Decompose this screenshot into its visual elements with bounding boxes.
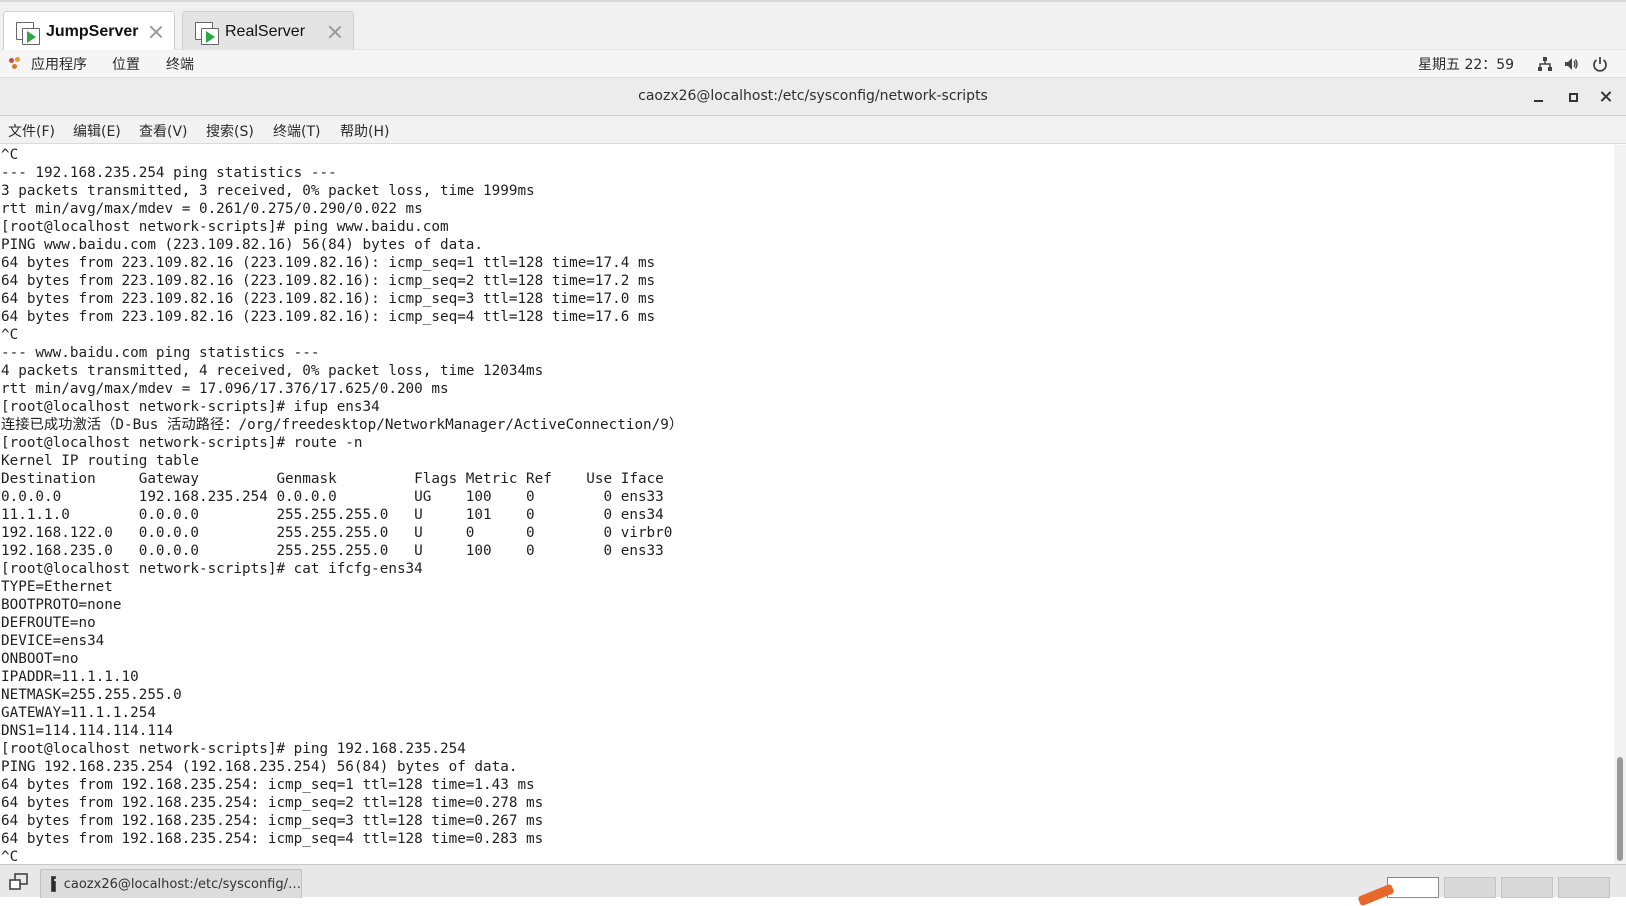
tab-realserver[interactable]: RealServer [182, 11, 354, 52]
session-tab-bar: JumpServer RealServer [0, 0, 1626, 52]
terminal-menu-bar: 文件(F) 编辑(E) 查看(V) 搜索(S) 终端(T) 帮助(H) [0, 116, 1626, 144]
terminal-line: [root@localhost network-scripts]# cat if… [1, 561, 423, 577]
terminal-line: ^C [1, 849, 19, 864]
terminal-app-menu[interactable]: 终端 [166, 54, 194, 74]
terminal-line: [root@localhost network-scripts]# ping 1… [1, 741, 466, 757]
workspace-3[interactable] [1501, 877, 1553, 898]
terminal-line: 64 bytes from 192.168.235.254: icmp_seq=… [1, 831, 544, 847]
workspace-1[interactable] [1387, 877, 1439, 898]
workspace-4[interactable] [1558, 877, 1610, 898]
clock[interactable]: 星期五 22：59 [1418, 54, 1514, 74]
terminal-line: 64 bytes from 223.109.82.16 (223.109.82.… [1, 273, 656, 289]
menu-terminal[interactable]: 终端(T) [273, 121, 320, 141]
terminal-line: 11.1.1.0 0.0.0.0 255.255.255.0 U 101 0 0… [1, 507, 664, 523]
scrollbar-thumb[interactable] [1617, 757, 1623, 861]
terminal-line: [root@localhost network-scripts]# ping w… [1, 219, 449, 235]
close-icon[interactable] [325, 22, 345, 42]
terminal-line: 0.0.0.0 192.168.235.254 0.0.0.0 UG 100 0… [1, 489, 664, 505]
terminal-line: rtt min/avg/max/mdev = 17.096/17.376/17.… [1, 381, 449, 397]
gnome-top-bar: 应用程序 位置 终端 星期五 22：59 [0, 50, 1626, 78]
terminal-line: 64 bytes from 223.109.82.16 (223.109.82.… [1, 255, 656, 271]
terminal-line: TYPE=Ethernet [1, 579, 113, 595]
minimize-button[interactable] [1528, 86, 1550, 108]
speaker-icon[interactable] [1563, 56, 1579, 72]
menu-help[interactable]: 帮助(H) [340, 121, 389, 141]
terminal-line: 64 bytes from 223.109.82.16 (223.109.82.… [1, 309, 656, 325]
gnome-foot-icon [9, 57, 23, 71]
terminal-line: [root@localhost network-scripts]# ifup e… [1, 399, 380, 415]
taskbar-window-terminal[interactable]: caozx26@localhost:/etc/sysconfig/… [40, 869, 302, 898]
close-window-button[interactable] [1595, 86, 1617, 108]
menu-view[interactable]: 查看(V) [139, 121, 188, 141]
maximize-button[interactable] [1562, 86, 1584, 108]
terminal-line: rtt min/avg/max/mdev = 0.261/0.275/0.290… [1, 201, 423, 217]
remote-session-icon [195, 20, 221, 45]
applications-menu[interactable]: 应用程序 [31, 54, 87, 74]
terminal-line: 连接已成功激活（D-Bus 活动路径：/org/freedesktop/Netw… [1, 417, 684, 433]
tab-label: JumpServer [46, 23, 139, 40]
terminal-line: 192.168.122.0 0.0.0.0 255.255.255.0 U 0 … [1, 525, 673, 541]
terminal-line: DNS1=114.114.114.114 [1, 723, 174, 739]
tab-jumpserver[interactable]: JumpServer [3, 11, 175, 52]
terminal-line: NETMASK=255.255.255.0 [1, 687, 182, 703]
show-desktop-icon[interactable] [8, 872, 30, 892]
terminal-line: PING www.baidu.com (223.109.82.16) 56(84… [1, 237, 484, 253]
workspace-2[interactable] [1444, 877, 1496, 898]
terminal-line: [root@localhost network-scripts]# route … [1, 435, 363, 451]
terminal-line: 3 packets transmitted, 3 received, 0% pa… [1, 183, 535, 199]
terminal-output[interactable]: ^C --- 192.168.235.254 ping statistics --… [0, 145, 1614, 864]
terminal-line: 4 packets transmitted, 4 received, 0% pa… [1, 363, 544, 379]
terminal-line: ONBOOT=no [1, 651, 79, 667]
menu-file[interactable]: 文件(F) [8, 121, 55, 141]
places-menu[interactable]: 位置 [112, 54, 140, 74]
terminal-line: 192.168.235.0 0.0.0.0 255.255.255.0 U 10… [1, 543, 664, 559]
close-icon[interactable] [146, 22, 166, 42]
taskbar-window-label: caozx26@localhost:/etc/sysconfig/… [63, 876, 301, 892]
terminal-line: BOOTPROTO=none [1, 597, 122, 613]
terminal-line: --- www.baidu.com ping statistics --- [1, 345, 320, 361]
terminal-line: PING 192.168.235.254 (192.168.235.254) 5… [1, 759, 518, 775]
power-icon[interactable] [1592, 56, 1608, 72]
terminal-line: GATEWAY=11.1.1.254 [1, 705, 156, 721]
terminal-line: DEVICE=ens34 [1, 633, 105, 649]
terminal-line: DEFROUTE=no [1, 615, 96, 631]
terminal-line: 64 bytes from 223.109.82.16 (223.109.82.… [1, 291, 656, 307]
terminal-line: Kernel IP routing table [1, 453, 199, 469]
terminal-line: ^C [1, 147, 19, 163]
remote-session-icon [16, 20, 42, 45]
menu-search[interactable]: 搜索(S) [206, 121, 254, 141]
window-title: caozx26@localhost:/etc/sysconfig/network… [638, 88, 988, 104]
window-title-bar[interactable]: caozx26@localhost:/etc/sysconfig/network… [0, 78, 1626, 116]
terminal-line: --- 192.168.235.254 ping statistics --- [1, 165, 337, 181]
menu-edit[interactable]: 编辑(E) [73, 121, 121, 141]
network-wired-icon[interactable] [1537, 56, 1553, 72]
terminal-line: 64 bytes from 192.168.235.254: icmp_seq=… [1, 795, 544, 811]
terminal-line: 64 bytes from 192.168.235.254: icmp_seq=… [1, 777, 535, 793]
terminal-line: Destination Gateway Genmask Flags Metric… [1, 471, 664, 487]
terminal-line: ^C [1, 327, 19, 343]
terminal-line: IPADDR=11.1.1.10 [1, 669, 139, 685]
terminal-icon [51, 876, 59, 892]
tab-label: RealServer [225, 23, 306, 40]
terminal-line: 64 bytes from 192.168.235.254: icmp_seq=… [1, 813, 544, 829]
terminal-scrollbar[interactable] [1614, 145, 1626, 864]
